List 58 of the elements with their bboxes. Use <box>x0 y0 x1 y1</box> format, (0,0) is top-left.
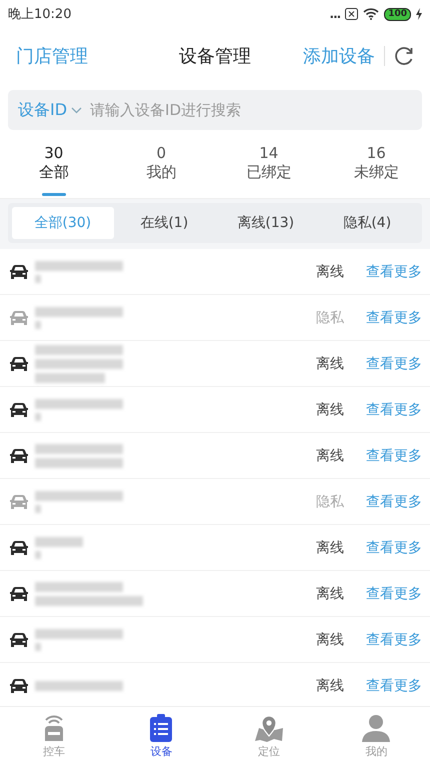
status-time: 晚上10:20 <box>8 6 72 23</box>
blurred-text <box>35 536 83 558</box>
view-more-link[interactable]: 查看更多 <box>366 676 422 694</box>
device-status: 离线 <box>316 262 344 280</box>
charging-icon <box>416 8 422 20</box>
view-more-link[interactable]: 查看更多 <box>366 630 422 648</box>
nav-tab[interactable]: 定位 <box>215 707 322 765</box>
add-device-link[interactable]: 添加设备 <box>303 44 375 68</box>
device-row[interactable]: 隐私 查看更多 <box>0 479 430 525</box>
device-row[interactable]: 离线 查看更多 <box>0 249 430 295</box>
wifi-icon <box>363 8 380 20</box>
device-row[interactable]: 离线 查看更多 <box>0 571 430 617</box>
store-management-link[interactable]: 门店管理 <box>16 44 88 68</box>
map-pin-icon <box>254 714 284 742</box>
device-status: 离线 <box>316 538 344 556</box>
filter-tab[interactable]: 隐私(4) <box>316 207 418 239</box>
chevron-down-icon <box>71 106 82 114</box>
device-status: 离线 <box>316 584 344 602</box>
page-title: 设备管理 <box>179 45 251 68</box>
nav-tab[interactable]: 我的 <box>322 707 430 765</box>
search-field[interactable]: 设备ID 请输入设备ID进行搜索 <box>8 90 422 130</box>
count-tab[interactable]: 30 全部 <box>0 142 108 198</box>
view-more-link[interactable]: 查看更多 <box>366 492 422 510</box>
clipboard-list-icon <box>148 714 174 742</box>
device-row[interactable]: 隐私 查看更多 <box>0 295 430 341</box>
view-more-link[interactable]: 查看更多 <box>366 584 422 602</box>
device-row[interactable]: 离线 查看更多 <box>0 617 430 663</box>
filter-tab[interactable]: 在线(1) <box>114 207 215 239</box>
device-row[interactable]: 离线 查看更多 <box>0 341 430 387</box>
device-row[interactable]: 离线 查看更多 <box>0 433 430 479</box>
device-status: 隐私 <box>316 308 344 326</box>
device-status: 隐私 <box>316 492 344 510</box>
battery-indicator: 100 <box>384 8 411 20</box>
count-tab[interactable]: 0 我的 <box>108 142 215 198</box>
count-tab[interactable]: 14 已绑定 <box>215 142 322 198</box>
view-more-link[interactable]: 查看更多 <box>366 354 422 372</box>
filter-tab[interactable]: 离线(13) <box>215 207 316 239</box>
nav-tab[interactable]: 控车 <box>0 707 108 765</box>
notification-icon <box>345 8 358 20</box>
view-more-link[interactable]: 查看更多 <box>366 262 422 280</box>
view-more-link[interactable]: 查看更多 <box>366 538 422 556</box>
count-tab[interactable]: 16 未绑定 <box>322 142 430 198</box>
device-row[interactable]: 离线 查看更多 <box>0 525 430 571</box>
search-type-dropdown[interactable]: 设备ID <box>18 100 82 120</box>
user-icon <box>361 714 392 742</box>
device-status: 离线 <box>316 676 344 694</box>
device-status: 离线 <box>316 630 344 648</box>
view-more-link[interactable]: 查看更多 <box>366 308 422 326</box>
more-dots: ... <box>330 7 340 21</box>
view-more-link[interactable]: 查看更多 <box>366 400 422 418</box>
device-row[interactable]: 离线 查看更多 <box>0 387 430 433</box>
filter-tab[interactable]: 全部(30) <box>12 207 114 239</box>
device-status: 离线 <box>316 446 344 464</box>
refresh-icon[interactable] <box>394 46 414 66</box>
device-status: 离线 <box>316 354 344 372</box>
device-status: 离线 <box>316 400 344 418</box>
nav-tab[interactable]: 设备 <box>108 707 215 765</box>
view-more-link[interactable]: 查看更多 <box>366 446 422 464</box>
